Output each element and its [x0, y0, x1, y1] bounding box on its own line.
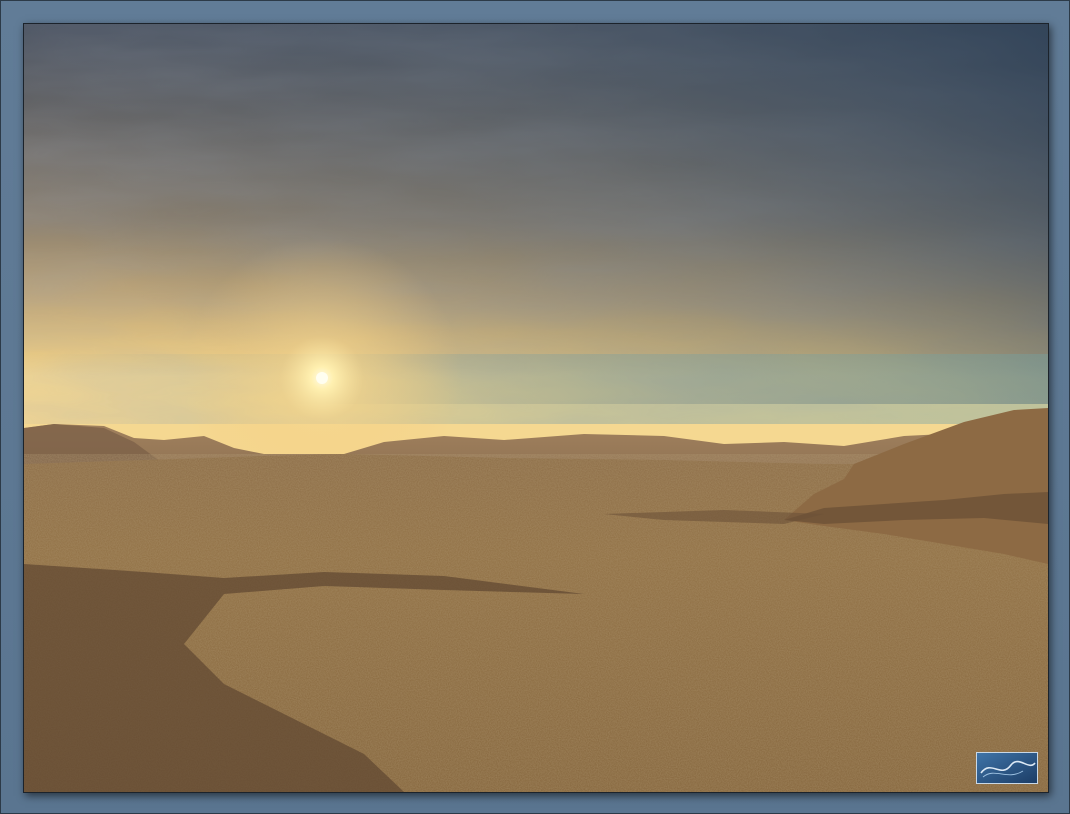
horizon-band — [24, 354, 1048, 424]
landscape-image — [23, 23, 1049, 793]
watermark-logo — [976, 752, 1038, 784]
swirl-logo-icon — [977, 753, 1037, 783]
sun-core — [316, 372, 328, 384]
sky-shade — [24, 24, 1048, 404]
landscape-render — [24, 24, 1048, 792]
picture-frame — [0, 0, 1070, 814]
